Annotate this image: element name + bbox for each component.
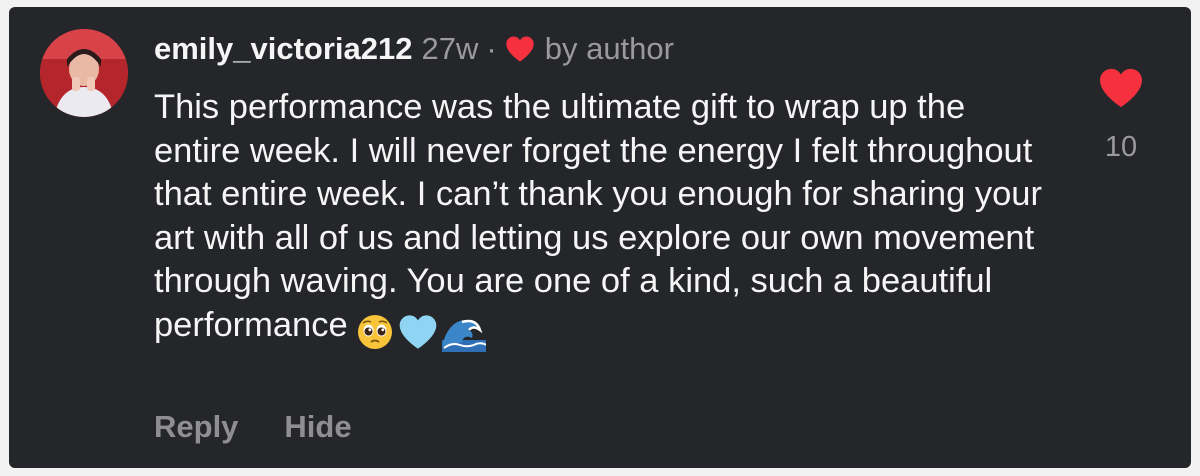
username[interactable]: emily_victoria212 bbox=[154, 31, 413, 67]
heart-icon[interactable] bbox=[1098, 67, 1144, 109]
comment-actions: Reply Hide bbox=[154, 409, 398, 445]
heart-icon bbox=[505, 36, 534, 62]
like-block: 10 bbox=[1091, 67, 1151, 164]
light-blue-heart-emoji bbox=[399, 315, 437, 350]
pleading-face-emoji bbox=[357, 315, 392, 350]
comment-header: emily_victoria212 27w · by author bbox=[154, 29, 674, 69]
separator-dot: · bbox=[486, 31, 497, 66]
reply-button[interactable]: Reply bbox=[154, 409, 238, 445]
comment-text: This performance was the ultimate gift t… bbox=[154, 88, 1042, 344]
emoji-row bbox=[356, 310, 490, 354]
water-wave-emoji bbox=[441, 320, 487, 353]
timestamp: 27w bbox=[421, 31, 479, 66]
comment-card: emily_victoria212 27w · by author This p… bbox=[9, 7, 1191, 468]
comment-text-block: This performance was the ultimate gift t… bbox=[154, 86, 1054, 353]
like-count: 10 bbox=[1104, 131, 1138, 163]
hide-button[interactable]: Hide bbox=[284, 409, 351, 445]
author-badge: by author bbox=[544, 31, 674, 66]
avatar-image bbox=[40, 29, 128, 117]
avatar[interactable] bbox=[40, 29, 128, 117]
